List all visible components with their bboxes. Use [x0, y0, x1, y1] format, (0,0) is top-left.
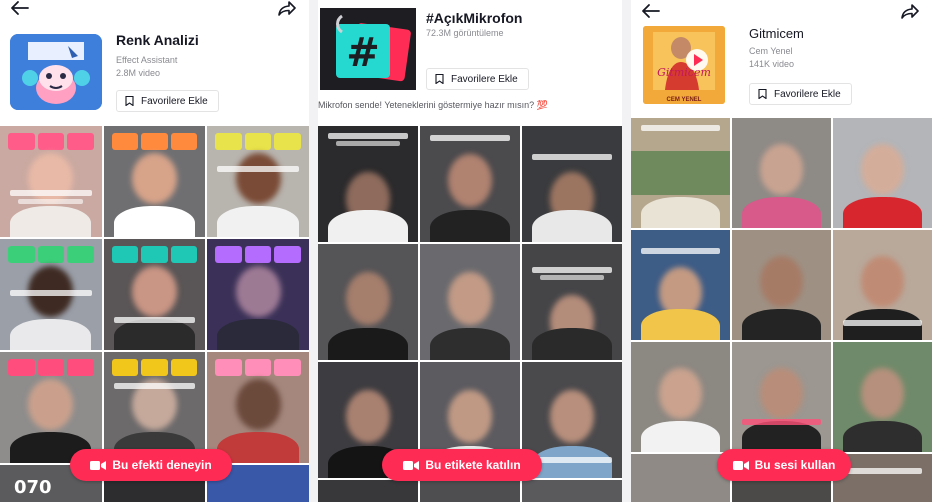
bookmark-icon	[758, 89, 767, 99]
video-thumbnail[interactable]	[522, 126, 622, 242]
video-thumbnail[interactable]	[732, 342, 831, 452]
add-favorites-button[interactable]: Favorilere Ekle	[426, 68, 529, 90]
cover-title-text: Gitmicem	[657, 66, 711, 79]
video-camera-icon	[90, 460, 107, 470]
video-thumbnail[interactable]	[318, 126, 418, 242]
sound-page-panel: Gitmicem CEM YENEL Gitmicem Cem Yenel 14…	[631, 0, 932, 502]
join-hashtag-button[interactable]: Bu etikete katılın	[382, 449, 542, 481]
video-thumbnail[interactable]	[420, 480, 520, 502]
video-thumbnail[interactable]	[631, 454, 730, 502]
effect-logo-icon	[10, 34, 102, 110]
effect-video-grid: 070	[0, 126, 309, 502]
sound-title: Gitmicem	[749, 26, 804, 41]
video-thumbnail[interactable]	[103, 352, 206, 463]
hashtag-title: #AçıkMikrofon	[426, 10, 523, 26]
video-thumbnail[interactable]	[631, 118, 730, 228]
video-camera-icon	[403, 460, 420, 470]
hashtag-video-grid	[318, 126, 622, 502]
video-thumbnail[interactable]	[833, 230, 932, 340]
back-arrow-icon[interactable]	[10, 0, 30, 16]
sound-artist[interactable]: Cem Yenel	[749, 46, 793, 56]
video-overlay-number: 070	[14, 477, 52, 498]
sound-video-grid	[631, 118, 932, 502]
hashtag-thumbnail: #	[320, 8, 416, 90]
add-favorites-label: Favorilere Ekle	[141, 95, 208, 107]
add-favorites-label: Favorilere Ekle	[451, 73, 518, 85]
add-favorites-button[interactable]: Favorilere Ekle	[116, 90, 219, 112]
video-thumbnail[interactable]	[522, 480, 622, 502]
effect-creator[interactable]: Effect Assistant	[116, 55, 177, 65]
effect-title: Renk Analizi	[116, 32, 199, 48]
video-thumbnail[interactable]	[732, 118, 831, 228]
video-thumbnail[interactable]	[103, 239, 206, 350]
effect-page-panel: Renk Analizi Effect Assistant 2.8M video…	[0, 0, 309, 502]
video-thumbnail[interactable]	[207, 352, 309, 463]
video-thumbnail[interactable]	[420, 244, 520, 360]
bookmark-icon	[125, 96, 134, 106]
hashtag-views: 72.3M görüntüleme	[426, 28, 504, 38]
hashtag-page-panel: # #AçıkMikrofon 72.3M görüntüleme Favori…	[318, 0, 622, 502]
video-thumbnail[interactable]	[318, 244, 418, 360]
sound-cover-thumbnail[interactable]: Gitmicem CEM YENEL	[643, 26, 725, 104]
join-hashtag-label: Bu etikete katılın	[425, 458, 521, 472]
use-sound-button[interactable]: Bu sesi kullan	[717, 449, 851, 481]
album-cover-art-icon	[643, 26, 725, 104]
share-icon[interactable]	[900, 3, 920, 19]
video-thumbnail[interactable]	[631, 342, 730, 452]
effect-thumbnail	[10, 34, 102, 110]
share-icon[interactable]	[277, 0, 297, 16]
back-arrow-icon[interactable]	[641, 3, 661, 19]
cover-artist-text: CEM YENEL	[666, 97, 702, 103]
video-thumbnail[interactable]	[833, 342, 932, 452]
hashtag-icon: #	[320, 8, 416, 90]
video-thumbnail[interactable]	[732, 230, 831, 340]
video-thumbnail[interactable]	[207, 126, 309, 237]
video-thumbnail[interactable]	[207, 239, 309, 350]
hashtag-description: Mikrofon sende! Yeteneklerini göstermiye…	[318, 100, 548, 110]
video-thumbnail[interactable]	[522, 244, 622, 360]
bookmark-icon	[435, 74, 444, 84]
video-thumbnail[interactable]	[103, 126, 206, 237]
svg-text:#: #	[346, 30, 380, 76]
top-nav	[631, 0, 932, 20]
video-thumbnail[interactable]	[420, 126, 520, 242]
video-thumbnail[interactable]	[0, 352, 102, 463]
video-thumbnail[interactable]	[833, 118, 932, 228]
add-favorites-button[interactable]: Favorilere Ekle	[749, 83, 852, 105]
video-thumbnail[interactable]	[631, 230, 730, 340]
add-favorites-label: Favorilere Ekle	[774, 88, 841, 100]
effect-video-count: 2.8M video	[116, 68, 161, 78]
try-effect-label: Bu efekti deneyin	[112, 458, 212, 472]
video-camera-icon	[732, 460, 749, 470]
try-effect-button[interactable]: Bu efekti deneyin	[70, 449, 232, 481]
video-thumbnail[interactable]	[0, 239, 102, 350]
video-thumbnail[interactable]	[0, 126, 102, 237]
use-sound-label: Bu sesi kullan	[754, 458, 836, 472]
sound-video-count: 141K video	[749, 59, 795, 69]
video-thumbnail[interactable]	[318, 480, 418, 502]
top-nav	[0, 0, 309, 20]
